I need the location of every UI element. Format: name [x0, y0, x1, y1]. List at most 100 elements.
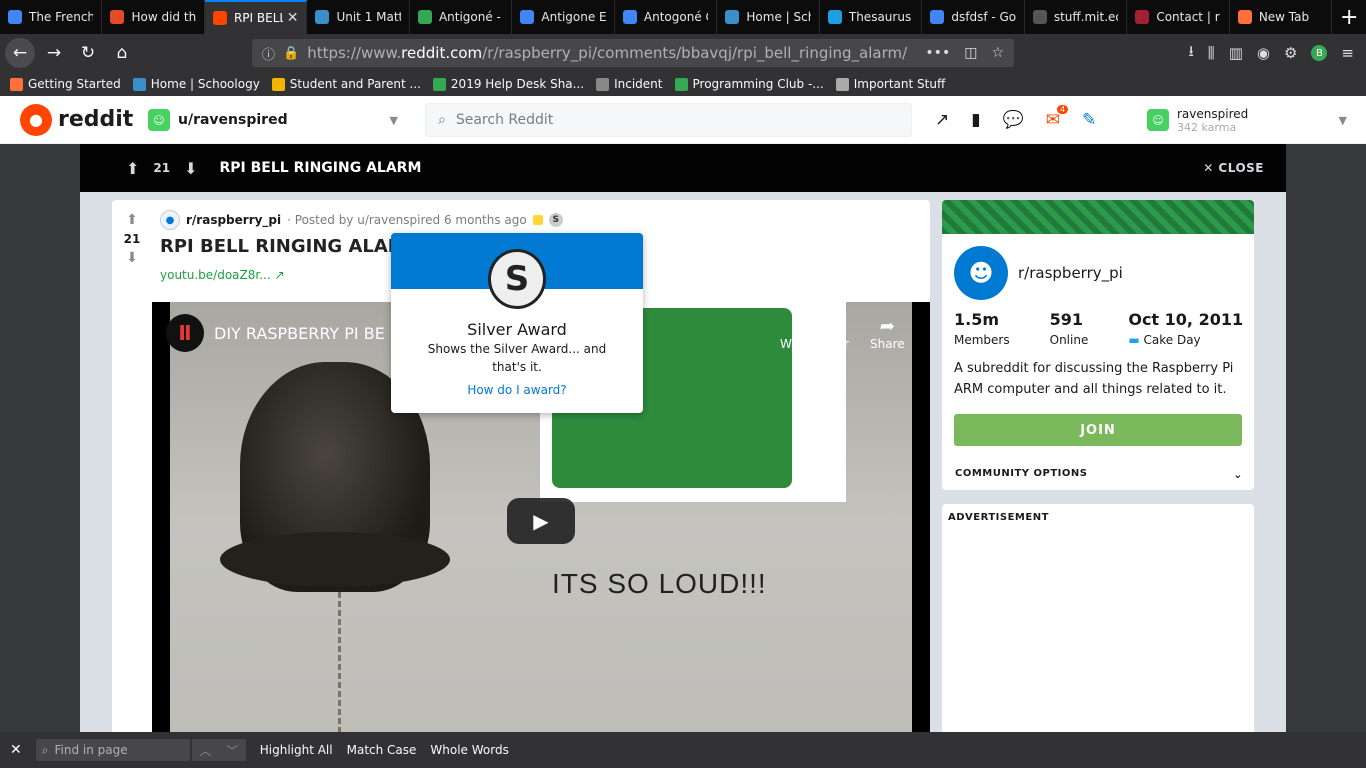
close-find-icon[interactable]: ✕: [10, 742, 22, 758]
tab[interactable]: Antigone Er: [512, 0, 615, 34]
create-post-icon[interactable]: ✎: [1082, 110, 1096, 130]
bookmark-item[interactable]: Incident: [596, 77, 663, 91]
whole-words-option[interactable]: Whole Words: [430, 743, 508, 757]
google-icon: [930, 10, 945, 24]
tab[interactable]: Home | Sch: [717, 0, 820, 34]
award-description: Shows the Silver Award... and that's it.: [427, 342, 607, 374]
drive-icon: [432, 77, 446, 91]
upvote-icon[interactable]: ⬆: [120, 212, 144, 228]
match-case-option[interactable]: Match Case: [347, 743, 417, 757]
tab[interactable]: Antogoné G: [615, 0, 718, 34]
award-tooltip: S Silver Award Shows the Silver Award...…: [391, 233, 643, 413]
user-dropdown[interactable]: ☺ u/ravenspired ▼: [148, 104, 398, 136]
highlight-all-option[interactable]: Highlight All: [260, 743, 333, 757]
bookmark-star-icon[interactable]: ☆: [991, 45, 1004, 61]
watch-later-button[interactable]: ◷ Watch later: [780, 316, 849, 351]
gold-award-icon[interactable]: [532, 215, 543, 225]
schoology-icon: [132, 77, 146, 91]
post-link[interactable]: youtu.be/doaZ8r... ↗: [160, 268, 285, 282]
reload-button[interactable]: ↻: [73, 38, 103, 68]
modal-title: RPI BELL RINGING ALARM: [219, 160, 422, 176]
tab-title: Home | Sch: [746, 10, 811, 24]
upvote-icon[interactable]: ⬆: [126, 159, 139, 178]
tab[interactable]: Antigoné -: [410, 0, 513, 34]
library-icon[interactable]: ⫼: [1208, 44, 1215, 62]
bookmark-item[interactable]: Home | Schoology: [132, 77, 260, 91]
page-actions-icon[interactable]: •••: [925, 45, 950, 61]
mail-icon[interactable]: ✉ 4: [1046, 105, 1069, 130]
pocket-icon[interactable]: ◫: [964, 45, 977, 61]
tab-bar: The French How did the RPI BELL ✕ Unit 1 Mat…: [0, 0, 1366, 34]
info-icon[interactable]: ⓘ: [262, 44, 275, 63]
online-stat: 591 Online: [1049, 310, 1089, 347]
tab[interactable]: Unit 1 Matt: [307, 0, 410, 34]
profile-icon[interactable]: B: [1311, 45, 1328, 61]
menu-icon[interactable]: ≡: [1341, 44, 1354, 62]
tab[interactable]: How did the: [102, 0, 205, 34]
modal-body: ⬆ 21 ⬇ ● r/raspberry_pi · Posted by u/ra…: [80, 192, 1286, 732]
trending-icon[interactable]: ↗: [935, 110, 949, 130]
bookmark-item[interactable]: Important Stuff: [835, 77, 945, 91]
share-icon: ➦: [879, 316, 895, 337]
downvote-icon[interactable]: ⬇: [184, 159, 197, 178]
close-tab-icon[interactable]: ✕: [287, 10, 299, 26]
home-button[interactable]: ⌂: [107, 38, 137, 68]
account-icon[interactable]: ◉: [1257, 44, 1270, 62]
find-next-icon[interactable]: ﹀: [226, 742, 238, 759]
drive-icon: [417, 10, 432, 24]
browser-window: The French How did the RPI BELL ✕ Unit 1 Mat…: [0, 0, 1366, 768]
join-button[interactable]: JOIN: [954, 414, 1242, 446]
back-button[interactable]: ←: [5, 38, 35, 68]
channel-avatar[interactable]: Ⅱ: [166, 314, 204, 352]
find-bar: ✕ ⌕ Find in page ︿ ﹀ Highlight All Match C…: [0, 732, 1366, 768]
post-title: RPI BELL RINGING ALARM: [160, 236, 420, 257]
tab[interactable]: The French: [0, 0, 103, 34]
video-title[interactable]: DIY RASPBERRY PI BE: [214, 324, 385, 343]
subreddit-avatar[interactable]: ☻: [954, 246, 1008, 300]
bookmark-item[interactable]: Programming Club -...: [674, 77, 824, 91]
silver-award-icon[interactable]: S: [548, 213, 563, 227]
subreddit-icon[interactable]: ●: [160, 210, 180, 230]
sidebar-icon[interactable]: ▥: [1229, 44, 1243, 62]
bell-chain: [338, 592, 348, 732]
advertisement-box: ADVERTISEMENT: [942, 504, 1254, 732]
url-text: https://www.reddit.com/r/raspberry_pi/co…: [307, 44, 908, 62]
tab[interactable]: New Tab: [1230, 0, 1333, 34]
bookmark-item[interactable]: 2019 Help Desk Sha...: [432, 77, 584, 91]
url-bar[interactable]: ⓘ 🔒 https://www.reddit.com/r/raspberry_p…: [252, 39, 1014, 67]
modal-top-bar: ⬆ 21 ⬇ RPI BELL RINGING ALARM ✕ CLOSE: [80, 144, 1286, 192]
tab[interactable]: stuff.mit.edu/af: [1025, 0, 1128, 34]
bookmark-item[interactable]: Getting Started: [10, 77, 121, 91]
tab[interactable]: RPI BELL ✕: [204, 0, 308, 34]
drive-icon: [674, 77, 688, 91]
subreddit-name[interactable]: r/raspberry_pi: [1018, 264, 1123, 282]
search-input[interactable]: ⌕ Search Reddit: [425, 103, 912, 137]
extension-icon[interactable]: ⚙: [1284, 44, 1297, 62]
tab[interactable]: Thesaurus: [820, 0, 923, 34]
tab[interactable]: dsfdsf - Go: [922, 0, 1025, 34]
community-options[interactable]: COMMUNITY OPTIONS ⌄: [955, 468, 1243, 481]
new-tab-button[interactable]: +: [1332, 0, 1366, 34]
download-icon[interactable]: ⭳: [1189, 41, 1194, 66]
tab[interactable]: Contact | r: [1127, 0, 1230, 34]
share-button[interactable]: ➦ Share: [870, 316, 905, 351]
find-input[interactable]: ⌕ Find in page: [35, 739, 190, 761]
subreddit-link[interactable]: r/raspberry_pi: [186, 213, 281, 227]
bookmark-label: Getting Started: [28, 77, 121, 91]
mit-icon: [1135, 10, 1150, 24]
lock-icon: 🔒: [283, 45, 300, 61]
bookmark-item[interactable]: Student and Parent ...: [271, 77, 421, 91]
reddit-logo[interactable]: ● reddit: [20, 103, 133, 136]
how-to-award-link[interactable]: How do I award?: [391, 383, 643, 397]
forward-button[interactable]: →: [39, 38, 69, 68]
downvote-icon[interactable]: ⬇: [120, 250, 144, 266]
find-previous-icon[interactable]: ︿: [199, 742, 211, 759]
vote-column: ⬆ 21 ⬇: [120, 212, 144, 266]
close-button[interactable]: ✕ CLOSE: [1203, 161, 1264, 175]
docs-icon: [8, 10, 22, 24]
play-button[interactable]: ▶: [507, 498, 575, 544]
leaderboard-icon[interactable]: ▮: [971, 110, 980, 130]
user-menu[interactable]: ☺ ravenspired 342 karma ▼: [1147, 104, 1347, 136]
chat-icon[interactable]: 💬: [1003, 110, 1024, 130]
bookmark-label: Incident: [614, 77, 663, 91]
